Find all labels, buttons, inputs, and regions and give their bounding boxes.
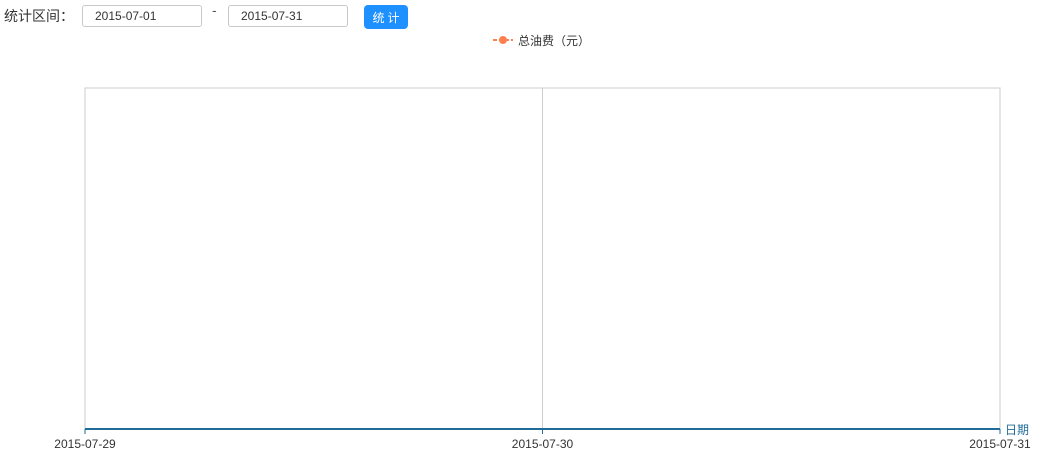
x-axis-name: 日期 [1005, 423, 1029, 437]
x-tick-label: 2015-07-31 [969, 437, 1031, 451]
fuel-cost-chart: 2015-07-29 2015-07-30 2015-07-31日期 [54, 87, 1031, 451]
x-tick-label: 2015-07-30 [512, 437, 574, 451]
x-tick-label: 2015-07-29 [54, 437, 116, 451]
